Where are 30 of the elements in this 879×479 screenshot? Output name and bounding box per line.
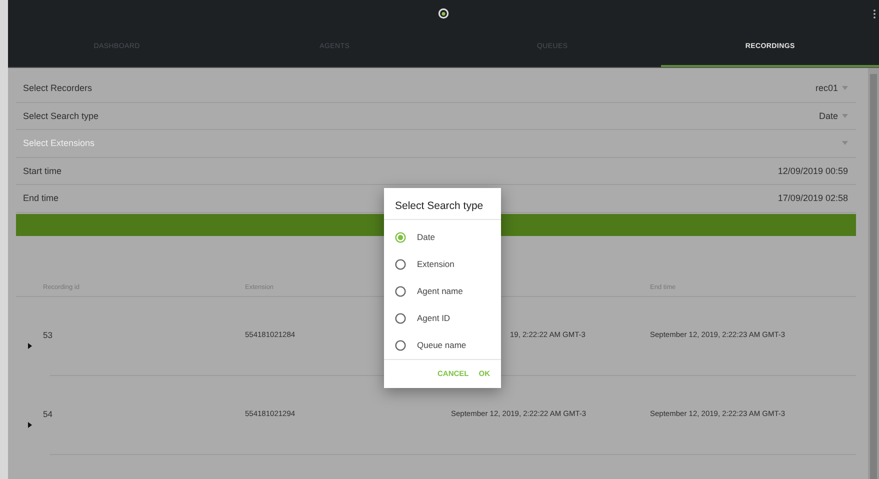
radio-button[interactable] (395, 312, 406, 324)
field-label: Select Extensions (23, 138, 95, 148)
date-time-field[interactable]: 17/09/2019 02:58 (778, 193, 848, 204)
radio-button[interactable] (395, 286, 406, 297)
select-field[interactable]: rec01 (815, 83, 848, 94)
option-label: Agent name (417, 286, 463, 296)
radio-button[interactable] (395, 258, 406, 270)
table-cell-text: 54 (43, 408, 54, 418)
table-cell-text: 53 (43, 330, 54, 340)
option-label: Extension (417, 259, 454, 270)
option-label: Agent ID (417, 313, 450, 324)
option-label: Queue name (417, 340, 466, 350)
expand-arrow-icon[interactable] (28, 422, 32, 428)
select-field[interactable]: Date (818, 110, 848, 121)
expand-arrow-icon[interactable] (28, 342, 32, 348)
field-label: End time (23, 193, 59, 204)
field-label: Select Search type (23, 110, 99, 121)
scrollbar[interactable] (868, 68, 879, 479)
field-label: Select Recorders (23, 83, 92, 94)
dropdown-caret-icon (842, 141, 848, 146)
dropdown-caret-icon (842, 114, 848, 118)
radio-button[interactable] (395, 232, 406, 243)
logo-icon (438, 8, 449, 19)
radio-button[interactable] (395, 340, 406, 351)
dialog-title: Select Search type (384, 188, 501, 220)
field-label: Start time (23, 166, 62, 176)
date-time-field[interactable]: 12/09/2019 00:59 (778, 166, 848, 176)
option-label: Date (417, 232, 435, 242)
dropdown-caret-icon (842, 86, 848, 90)
more-menu-icon[interactable] (873, 9, 876, 19)
